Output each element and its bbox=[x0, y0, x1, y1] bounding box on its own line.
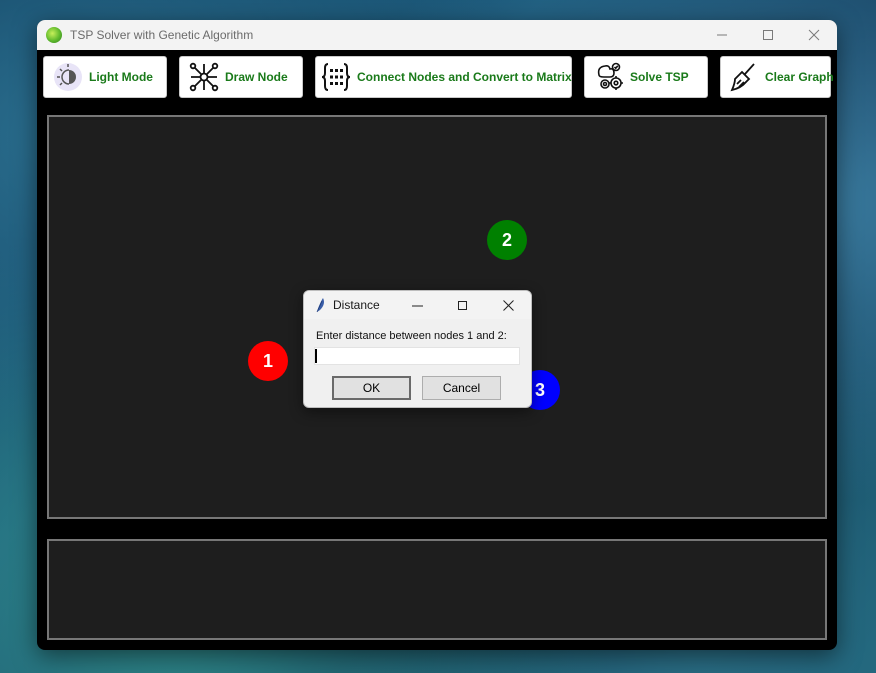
light-mode-button[interactable]: Light Mode bbox=[43, 56, 167, 98]
dialog-title-bar: Distance bbox=[304, 291, 531, 319]
light-mode-label: Light Mode bbox=[89, 70, 153, 84]
ok-button[interactable]: OK bbox=[332, 376, 411, 400]
dialog-title: Distance bbox=[333, 298, 380, 312]
title-bar: TSP Solver with Genetic Algorithm bbox=[37, 20, 837, 50]
toolbar: Light Mode Draw Node Connect Nodes and C… bbox=[37, 50, 837, 104]
close-icon bbox=[808, 29, 820, 41]
brain-gears-icon bbox=[597, 62, 623, 90]
connect-nodes-button[interactable]: Connect Nodes and Convert to Matrix bbox=[315, 56, 572, 98]
feather-icon bbox=[316, 298, 324, 313]
solve-tsp-button[interactable]: Solve TSP bbox=[584, 56, 708, 98]
graph-node-1[interactable]: 1 bbox=[248, 341, 288, 381]
clear-graph-button[interactable]: Clear Graph bbox=[720, 56, 834, 98]
matrix-braces-icon bbox=[321, 63, 351, 91]
dialog-close-button[interactable] bbox=[486, 291, 530, 319]
connect-nodes-label: Connect Nodes and Convert to Matrix bbox=[357, 70, 572, 84]
broom-icon bbox=[730, 63, 755, 92]
dialog-maximize-button[interactable] bbox=[440, 291, 484, 319]
distance-dialog: Distance Enter distance between nodes 1 … bbox=[303, 290, 532, 408]
minimize-icon bbox=[717, 34, 727, 36]
light-bulb-icon bbox=[54, 63, 82, 91]
graph-node-2[interactable]: 2 bbox=[487, 220, 527, 260]
minimize-icon bbox=[411, 305, 423, 306]
maximize-button[interactable] bbox=[745, 20, 791, 50]
dialog-minimize-button[interactable] bbox=[395, 291, 439, 319]
draw-node-button[interactable]: Draw Node bbox=[179, 56, 303, 98]
draw-node-label: Draw Node bbox=[225, 70, 288, 84]
cancel-button[interactable]: Cancel bbox=[422, 376, 501, 400]
app-icon bbox=[46, 27, 62, 43]
output-panel bbox=[47, 539, 827, 640]
close-icon bbox=[502, 299, 514, 311]
clear-graph-label: Clear Graph bbox=[765, 70, 834, 84]
close-button[interactable] bbox=[791, 20, 837, 50]
text-cursor bbox=[315, 349, 317, 363]
minimize-button[interactable] bbox=[699, 20, 745, 50]
maximize-icon bbox=[763, 30, 773, 40]
network-nodes-icon bbox=[189, 62, 219, 92]
window-title: TSP Solver with Genetic Algorithm bbox=[70, 28, 254, 42]
solve-tsp-label: Solve TSP bbox=[630, 70, 689, 84]
distance-prompt: Enter distance between nodes 1 and 2: bbox=[316, 330, 507, 342]
maximize-icon bbox=[457, 300, 467, 310]
distance-input[interactable] bbox=[314, 347, 520, 365]
